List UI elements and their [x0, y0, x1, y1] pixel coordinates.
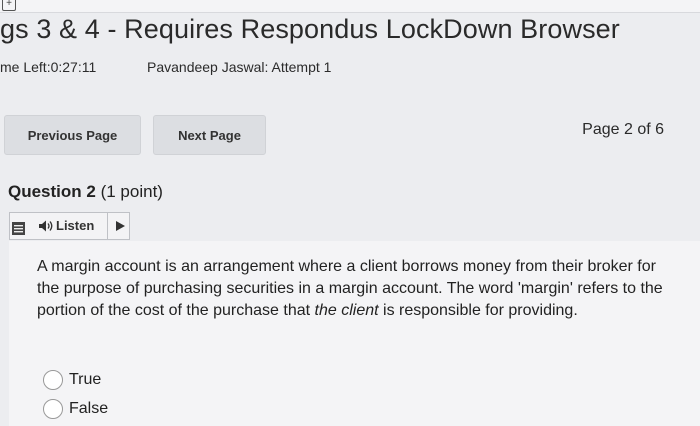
question-text-emphasis: the client [314, 302, 379, 319]
page-indicator: Page 2 of 6 [582, 121, 664, 138]
question-points: (1 point) [100, 182, 163, 201]
attempt-info: Pavandeep Jaswal: Attempt 1 [147, 59, 332, 75]
option-false[interactable]: False [43, 397, 108, 421]
question-title: Question 2 (1 point) [8, 182, 163, 202]
play-icon [115, 221, 125, 231]
next-page-button[interactable]: Next Page [153, 115, 266, 155]
top-strip: + [0, 0, 700, 13]
option-true[interactable]: True [43, 368, 101, 392]
time-left: me Left:0:27:11 [0, 59, 97, 75]
previous-page-button[interactable]: Previous Page [4, 115, 141, 155]
option-label-false: False [69, 400, 109, 417]
speaker-icon[interactable] [38, 219, 54, 233]
radio-false[interactable] [43, 399, 63, 419]
listen-toolbar: Listen [9, 212, 130, 240]
radio-true[interactable] [43, 370, 63, 390]
question-text-part2: is responsible for providing. [378, 302, 578, 319]
option-label-true: True [69, 371, 102, 388]
page-title: gs 3 & 4 - Requires Respondus LockDown B… [0, 14, 620, 44]
menu-icon[interactable] [12, 222, 25, 235]
question-text: A margin account is an arrangement where… [37, 256, 677, 322]
plus-square-icon[interactable]: + [2, 0, 16, 11]
listen-button[interactable]: Listen [56, 218, 94, 233]
play-button[interactable] [107, 213, 132, 239]
question-number: Question 2 [8, 182, 96, 201]
